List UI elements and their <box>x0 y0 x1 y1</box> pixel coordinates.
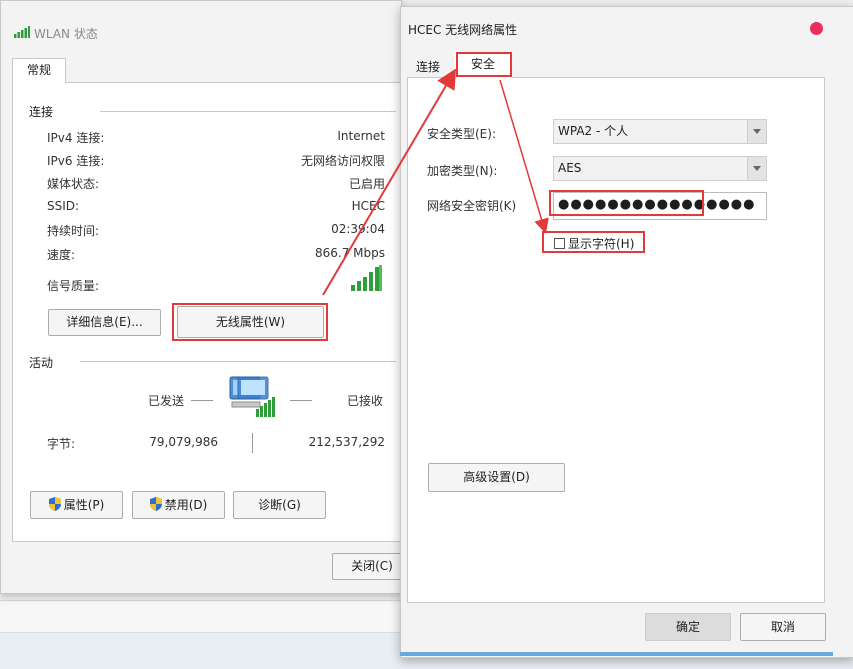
uac-shield-icon <box>149 497 162 511</box>
row-media-key: 媒体状态: <box>47 177 100 191</box>
row-duration-value: 02:39:04 <box>331 222 385 236</box>
security-type-label: 安全类型(E): <box>427 127 496 141</box>
row-ssid-value: HCEC <box>351 199 385 213</box>
row-ipv4-value: Internet <box>337 129 385 143</box>
tab-general[interactable]: 常规 <box>12 58 66 83</box>
highlight-wireless-properties <box>172 303 328 341</box>
bytes-separator <box>252 433 253 453</box>
row-ipv6-key: IPv6 连接: <box>47 154 105 168</box>
section-connection-label: 连接 <box>29 105 54 119</box>
security-type-value: WPA2 - 个人 <box>558 124 629 138</box>
ok-button[interactable]: 确定 <box>645 613 731 641</box>
encryption-type-value: AES <box>558 161 582 175</box>
sent-dash <box>191 400 213 401</box>
disable-button-label: 禁用(D) <box>164 498 208 512</box>
chevron-down-icon <box>747 120 766 143</box>
signal-bars-icon <box>351 265 382 291</box>
section-activity-divider <box>80 361 396 362</box>
section-activity-label: 活动 <box>29 356 54 370</box>
tab-connection[interactable]: 连接 <box>408 56 448 78</box>
received-label: 已接收 <box>347 394 384 408</box>
received-dash <box>290 400 312 401</box>
row-ipv4-key: IPv4 连接: <box>47 131 105 145</box>
close-icon[interactable] <box>810 22 823 35</box>
details-button[interactable]: 详细信息(E)... <box>48 309 161 336</box>
security-type-select[interactable]: WPA2 - 个人 <box>553 119 767 144</box>
diagnose-button[interactable]: 诊断(G) <box>233 491 326 519</box>
highlight-show-characters <box>542 231 645 253</box>
advanced-settings-button[interactable]: 高级设置(D) <box>428 463 565 492</box>
properties-button-label: 属性(P) <box>63 498 105 512</box>
wlan-window-title: WLAN 状态 <box>34 27 98 41</box>
row-speed-value: 866.7 Mbps <box>314 246 385 260</box>
signal-quality-label: 信号质量: <box>47 279 100 293</box>
disable-button[interactable]: 禁用(D) <box>132 491 225 519</box>
bytes-received-value: 212,537,292 <box>308 435 385 449</box>
network-key-label: 网络安全密钥(K) <box>427 199 517 213</box>
chevron-down-icon <box>747 157 766 180</box>
sent-label: 已发送 <box>148 394 185 408</box>
uac-shield-icon <box>48 497 61 511</box>
row-duration-key: 持续时间: <box>47 224 100 238</box>
row-ipv6-value: 无网络访问权限 <box>300 154 385 168</box>
row-speed-key: 速度: <box>47 248 76 262</box>
window-accent-bar <box>400 652 833 656</box>
row-media-value: 已启用 <box>348 177 385 191</box>
bytes-sent-value: 79,079,986 <box>149 435 218 449</box>
highlight-network-key <box>549 190 704 216</box>
bytes-label: 字节: <box>47 437 76 451</box>
highlight-security-tab <box>456 52 512 77</box>
encryption-type-select[interactable]: AES <box>553 156 767 181</box>
properties-window-title: HCEC 无线网络属性 <box>408 23 518 37</box>
row-ssid-key: SSID: <box>47 199 80 213</box>
network-computer-icon <box>229 376 275 417</box>
wifi-signal-icon <box>14 26 30 38</box>
encryption-type-label: 加密类型(N): <box>427 164 498 178</box>
properties-button[interactable]: 属性(P) <box>30 491 123 519</box>
section-connection-divider <box>100 111 396 112</box>
cancel-button[interactable]: 取消 <box>740 613 826 641</box>
